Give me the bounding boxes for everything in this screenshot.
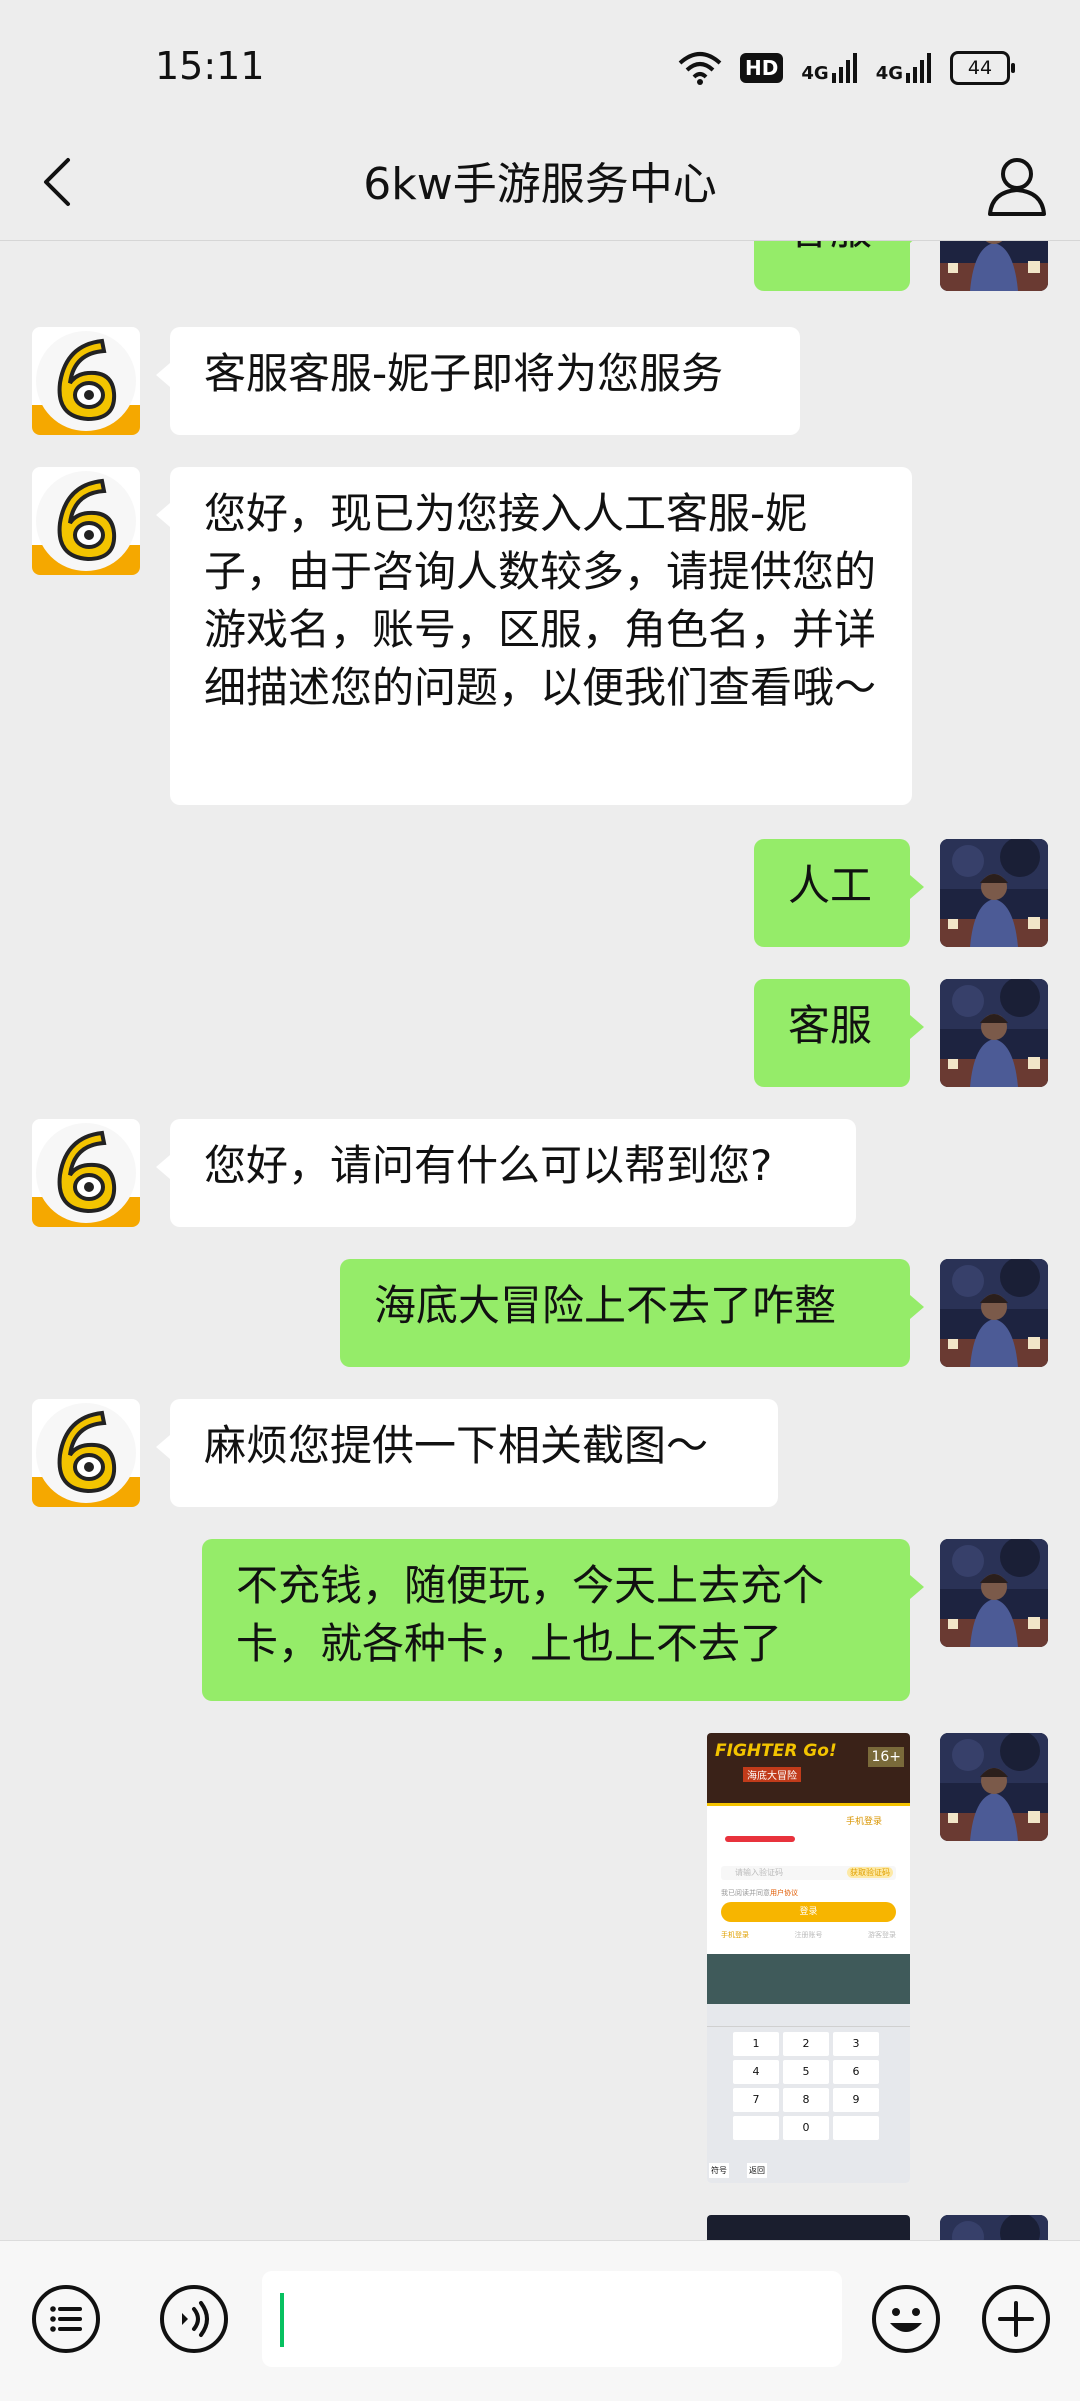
- my-avatar[interactable]: [940, 839, 1048, 947]
- my-avatar[interactable]: [940, 241, 1048, 291]
- incoming-bubble[interactable]: 您好，请问有什么可以帮到您?: [156, 1119, 856, 1227]
- signal-1: 4G: [801, 53, 857, 83]
- service-avatar[interactable]: [32, 1399, 140, 1507]
- game-subtitle: 海底大冒险: [743, 1767, 801, 1782]
- incoming-bubble[interactable]: 客服客服-妮子即将为您服务: [156, 327, 800, 435]
- chat-header: 6kw手游服务中心: [0, 130, 1080, 240]
- key: 6: [833, 2060, 879, 2084]
- voice-icon[interactable]: [158, 2283, 230, 2355]
- service-avatar[interactable]: [32, 327, 140, 435]
- outgoing-bubble[interactable]: 海底大冒险上不去了咋整: [340, 1259, 924, 1367]
- keyboard-toolbar: [707, 2004, 910, 2027]
- login-link: 手机登录: [721, 1931, 749, 1939]
- network-type-1: 4G: [801, 63, 829, 84]
- message-input[interactable]: [262, 2271, 842, 2367]
- plus-icon[interactable]: [980, 2283, 1052, 2355]
- age-badge: 16+: [868, 1747, 904, 1767]
- menu-icon[interactable]: [30, 2283, 102, 2355]
- key: [833, 2116, 879, 2140]
- key: 7: [733, 2088, 779, 2112]
- game-banner: FIGHTER Go! 海底大冒险 16+: [707, 1733, 910, 1803]
- code-button: 获取验证码: [847, 1867, 893, 1878]
- status-icons: HD 4G 4G 44: [678, 48, 1015, 88]
- my-avatar[interactable]: [940, 1733, 1048, 1841]
- screenshot-image[interactable]: FIGHTER Go! 海底大冒险 16+ 手机登录 请输入验证码 获取验证码 …: [707, 1733, 910, 2183]
- user-profile-icon[interactable]: [984, 152, 1050, 218]
- page-title: 6kw手游服务中心: [363, 159, 717, 210]
- agree-link: 用户协议: [770, 1889, 798, 1897]
- service-avatar[interactable]: [32, 1119, 140, 1227]
- incoming-bubble[interactable]: 麻烦您提供一下相关截图～: [156, 1399, 778, 1507]
- game-background: [707, 1954, 910, 2004]
- key: 9: [833, 2088, 879, 2112]
- emoji-icon[interactable]: [870, 2283, 942, 2355]
- status-time: 15:11: [155, 44, 265, 88]
- keyboard: 1 2 3 4 5 6 7 8 9 0 符号 返回: [707, 2004, 910, 2183]
- my-avatar[interactable]: [940, 979, 1048, 1087]
- outgoing-bubble[interactable]: 不充钱，随便玩，今天上去充个卡，就各种卡，上也上不去了: [202, 1539, 924, 1701]
- hd-badge: HD: [740, 53, 784, 83]
- outgoing-bubble[interactable]: 人工: [754, 839, 924, 947]
- login-links: 手机登录 注册账号 游客登录: [721, 1930, 896, 1940]
- key: 3: [833, 2032, 879, 2056]
- key: 8: [783, 2088, 829, 2112]
- screenshot-image[interactable]: [707, 2215, 910, 2240]
- key: 4: [733, 2060, 779, 2084]
- keypad-grid: 1 2 3 4 5 6 7 8 9 0: [733, 2032, 879, 2140]
- login-panel: 手机登录 请输入验证码 获取验证码 我已阅读并同意用户协议 登录 手机登录 注册…: [707, 1803, 910, 1954]
- signal-bars-icon: [906, 53, 931, 83]
- my-avatar[interactable]: [940, 1259, 1048, 1367]
- phone-field: [725, 1836, 795, 1842]
- key: 2: [783, 2032, 829, 2056]
- incoming-bubble[interactable]: 您好，现已为您接入人工客服-妮子，由于咨询人数较多，请提供您的游戏名，账号，区服…: [156, 467, 912, 805]
- battery-icon: 44: [950, 51, 1015, 85]
- service-avatar[interactable]: [32, 467, 140, 575]
- agreement: 我已阅读并同意用户协议: [721, 1888, 798, 1898]
- wifi-icon: [678, 52, 722, 85]
- network-type-2: 4G: [875, 63, 903, 84]
- game-title: FIGHTER Go!: [715, 1741, 837, 1761]
- my-avatar[interactable]: [940, 2215, 1048, 2240]
- key: 0: [783, 2116, 829, 2140]
- code-placeholder: 请输入验证码: [735, 1868, 783, 1877]
- signal-bars-icon: [831, 53, 857, 83]
- login-button: 登录: [721, 1902, 896, 1922]
- signal-2: 4G: [876, 53, 932, 83]
- key-back: 返回: [747, 2163, 767, 2178]
- code-field: 请输入验证码 获取验证码: [721, 1866, 896, 1880]
- status-bar: 15:11 HD 4G 4G 44: [0, 0, 1080, 130]
- key: [733, 2116, 779, 2140]
- agree-text: 我已阅读并同意: [721, 1889, 770, 1897]
- my-avatar[interactable]: [940, 1539, 1048, 1647]
- input-bar: [0, 2240, 1080, 2401]
- login-header: 手机登录: [845, 1817, 882, 1827]
- key: 5: [783, 2060, 829, 2084]
- key-symbols: 符号: [709, 2163, 729, 2178]
- text-caret: [280, 2293, 284, 2347]
- outgoing-bubble[interactable]: 客服: [754, 979, 924, 1087]
- login-link: 游客登录: [868, 1931, 896, 1939]
- login-link: 注册账号: [794, 1931, 823, 1939]
- outgoing-bubble[interactable]: 客服: [754, 241, 924, 291]
- chat-list[interactable]: 客服 客服客服-妮子即将为您服务 您好，现已为您接入人工客服-妮子，由于咨询人数…: [0, 241, 1080, 2240]
- key: 1: [733, 2032, 779, 2056]
